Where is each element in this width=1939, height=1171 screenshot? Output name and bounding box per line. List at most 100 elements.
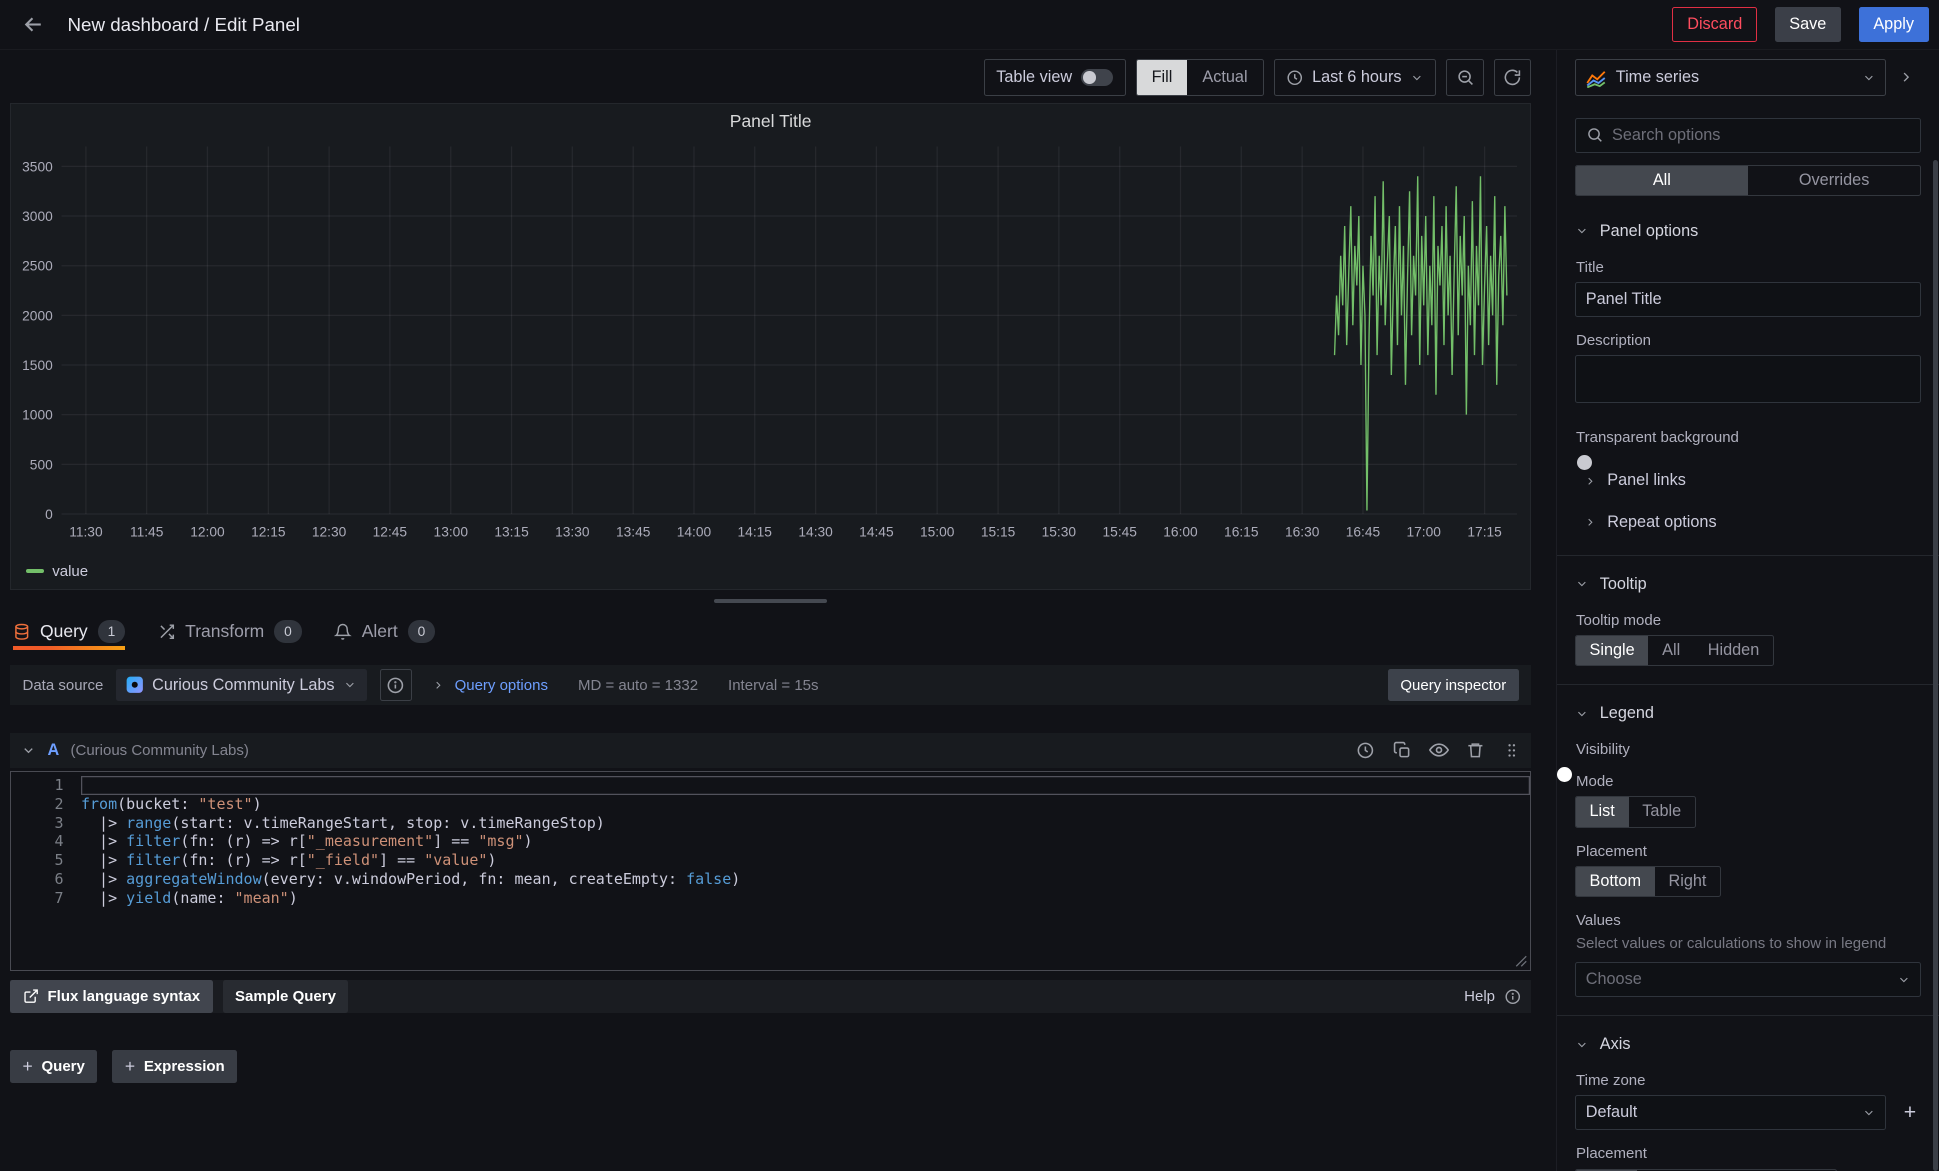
- chevron-down-icon: [1410, 71, 1424, 85]
- discard-button[interactable]: Discard: [1672, 7, 1757, 42]
- datasource-bar: Data source Curious Community Labs: [10, 665, 1531, 705]
- datasource-label: Data source: [23, 677, 104, 694]
- chevron-right-icon: [1584, 475, 1597, 488]
- sample-query-button[interactable]: Sample Query: [223, 980, 349, 1013]
- plus-icon: +: [23, 1056, 33, 1077]
- tab-transform[interactable]: Transform 0: [158, 613, 302, 651]
- table-view-switch[interactable]: [1081, 69, 1114, 87]
- table-view-label: Table view: [996, 68, 1072, 87]
- remove-query-icon[interactable]: [1466, 741, 1485, 760]
- save-button[interactable]: Save: [1775, 7, 1842, 42]
- section-divider: [1557, 555, 1939, 556]
- description-input[interactable]: [1575, 355, 1922, 403]
- svg-text:3000: 3000: [22, 209, 53, 224]
- legend-mode-table[interactable]: Table: [1629, 797, 1695, 826]
- datasource-picker[interactable]: Curious Community Labs: [116, 669, 367, 702]
- datasource-help-button[interactable]: [380, 669, 413, 702]
- panel-title-input[interactable]: [1575, 282, 1922, 317]
- panel-links-section[interactable]: Panel links: [1575, 466, 1922, 496]
- query-inspector-button[interactable]: Query inspector: [1388, 669, 1519, 702]
- visualization-picker[interactable]: Time series: [1575, 59, 1887, 97]
- svg-text:1000: 1000: [22, 407, 53, 422]
- page-title: New dashboard / Edit Panel: [68, 14, 300, 36]
- active-tab-indicator: [13, 646, 126, 650]
- time-range-picker[interactable]: Last 6 hours: [1274, 59, 1437, 97]
- table-view-toggle[interactable]: Table view: [984, 59, 1126, 97]
- axis-placement-label: Placement: [1576, 1145, 1921, 1162]
- tooltip-mode-label: Tooltip mode: [1576, 612, 1921, 629]
- svg-text:14:00: 14:00: [676, 524, 711, 539]
- options-search-input[interactable]: [1612, 126, 1910, 145]
- fill-option[interactable]: Fill: [1137, 60, 1188, 96]
- section-tooltip[interactable]: Tooltip: [1575, 572, 1922, 597]
- query-history-icon[interactable]: [1356, 741, 1375, 760]
- svg-text:16:30: 16:30: [1284, 524, 1319, 539]
- legend-placement-bottom[interactable]: Bottom: [1576, 867, 1655, 896]
- section-legend[interactable]: Legend: [1575, 701, 1922, 726]
- section-panel-options[interactable]: Panel options: [1575, 219, 1922, 244]
- splitter-handle[interactable]: [714, 599, 827, 603]
- duplicate-query-icon[interactable]: [1393, 741, 1412, 760]
- legend-item-value[interactable]: value: [52, 563, 88, 580]
- apply-button[interactable]: Apply: [1859, 7, 1929, 42]
- panel-links-label: Panel links: [1607, 471, 1686, 490]
- interval-info: Interval = 15s: [728, 677, 818, 694]
- options-search[interactable]: [1575, 118, 1922, 153]
- legend-swatch: [26, 569, 44, 573]
- repeat-options-label: Repeat options: [1607, 513, 1716, 532]
- legend-mode-group: List Table: [1575, 796, 1696, 827]
- pane-splitter: [10, 590, 1531, 613]
- zoom-out-button[interactable]: [1446, 59, 1484, 97]
- collapse-query-icon[interactable]: [21, 743, 36, 758]
- tooltip-mode-hidden[interactable]: Hidden: [1694, 636, 1773, 665]
- flux-syntax-button[interactable]: Flux language syntax: [10, 980, 213, 1013]
- query-ref-id[interactable]: A: [48, 741, 60, 760]
- drag-handle-icon[interactable]: [1503, 741, 1521, 760]
- hide-query-icon[interactable]: [1429, 740, 1449, 760]
- svg-text:3500: 3500: [22, 159, 53, 174]
- svg-text:11:30: 11:30: [69, 524, 103, 539]
- add-expression-button[interactable]: + Expression: [112, 1050, 237, 1083]
- tooltip-mode-all[interactable]: All: [1648, 636, 1694, 665]
- sidebar-scrollbar[interactable]: [1933, 160, 1938, 1171]
- timeseries-chart[interactable]: 050010001500200025003000350011:3011:4512…: [19, 139, 1523, 557]
- tooltip-mode-group: Single All Hidden: [1575, 635, 1774, 666]
- timezone-select[interactable]: Default: [1575, 1095, 1887, 1130]
- chevron-down-icon: [1897, 973, 1911, 987]
- tooltip-mode-single[interactable]: Single: [1576, 636, 1649, 665]
- filter-tab-all[interactable]: All: [1576, 166, 1748, 195]
- svg-text:16:45: 16:45: [1345, 524, 1380, 539]
- repeat-options-section[interactable]: Repeat options: [1575, 507, 1922, 537]
- svg-text:14:30: 14:30: [798, 524, 833, 539]
- back-button[interactable]: [18, 8, 51, 41]
- collapse-options-button[interactable]: [1891, 59, 1921, 97]
- svg-text:15:00: 15:00: [919, 524, 954, 539]
- filter-tab-overrides[interactable]: Overrides: [1748, 166, 1920, 195]
- legend-values-placeholder: Choose: [1586, 970, 1642, 989]
- editor-footer: Flux language syntax Sample Query Help: [10, 980, 1531, 1013]
- timeseries-viz-icon: [1586, 68, 1606, 88]
- fill-actual-group: Fill Actual: [1136, 59, 1264, 97]
- tab-alert[interactable]: Alert 0: [334, 613, 435, 651]
- info-circle-icon: [386, 676, 405, 695]
- bell-icon: [334, 623, 352, 641]
- svg-text:16:00: 16:00: [1163, 524, 1198, 539]
- tab-transform-count: 0: [274, 620, 302, 643]
- resize-corner-icon[interactable]: [1515, 955, 1528, 968]
- flux-code-editor[interactable]: 1234567 from(bucket: "test") |> range(st…: [10, 771, 1531, 971]
- section-axis[interactable]: Axis: [1575, 1032, 1922, 1057]
- refresh-button[interactable]: [1494, 59, 1532, 97]
- add-timezone-button[interactable]: +: [1899, 1100, 1922, 1125]
- legend-values-select[interactable]: Choose: [1575, 962, 1922, 997]
- query-options-toggle[interactable]: Query options: [432, 677, 548, 694]
- grafana-edit-panel: New dashboard / Edit Panel Discard Save …: [0, 0, 1939, 1171]
- svg-text:14:15: 14:15: [737, 524, 772, 539]
- help-button[interactable]: Help: [1464, 988, 1521, 1006]
- code-lines: from(bucket: "test") |> range(start: v.t…: [81, 772, 1530, 970]
- actual-option[interactable]: Actual: [1187, 60, 1262, 96]
- legend-placement-right[interactable]: Right: [1655, 867, 1720, 896]
- add-query-button[interactable]: + Query: [10, 1050, 97, 1083]
- description-field-label: Description: [1576, 332, 1921, 349]
- legend-mode-list[interactable]: List: [1576, 797, 1629, 826]
- tab-query[interactable]: Query 1: [13, 613, 126, 651]
